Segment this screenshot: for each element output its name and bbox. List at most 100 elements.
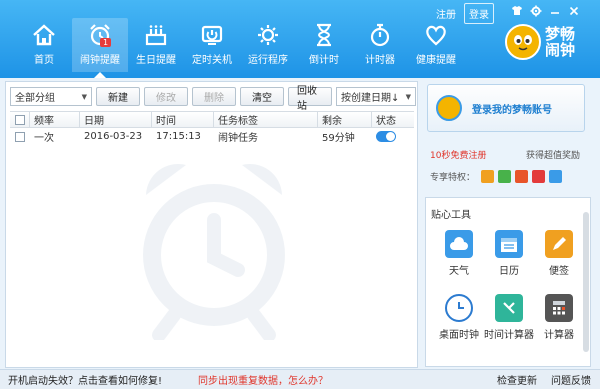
- alarm-list-panel: 全部分组 ▼ 新建 修改 删除 清空 回收站 按创建日期↓ ▼ 频率 日期 时间…: [5, 81, 418, 368]
- recycle-bin-button[interactable]: 回收站: [288, 86, 332, 112]
- minimize-icon[interactable]: [548, 4, 561, 17]
- nav-countdown[interactable]: 倒计时: [296, 18, 352, 72]
- gear-icon[interactable]: [529, 4, 542, 17]
- weather-icon: [445, 230, 473, 258]
- reward-text: 获得超值奖励: [525, 151, 580, 161]
- clear-button[interactable]: 清空: [240, 87, 284, 106]
- tool-weather[interactable]: 天气: [434, 230, 484, 277]
- status-toggle[interactable]: [376, 131, 396, 142]
- tool-label: 天气: [449, 266, 469, 277]
- window-controls: [510, 4, 580, 17]
- tool-calculator[interactable]: 计算器: [534, 294, 584, 341]
- privilege-gift-icon[interactable]: [481, 170, 495, 183]
- logo-text: 梦畅闹钟: [545, 25, 576, 59]
- home-icon: [31, 22, 57, 48]
- title-bar: 首页 1 闹钟提醒 生日提醒 定时关机 运行程序 倒计时 计时器 健康提醒 注册…: [0, 0, 600, 78]
- privilege-cloud-icon[interactable]: [549, 170, 563, 183]
- tool-time-calculator[interactable]: 时间计算器: [484, 294, 534, 341]
- nav-label: 倒计时: [309, 55, 339, 66]
- account-login-box[interactable]: 登录我的梦畅账号: [427, 84, 585, 132]
- nav-label: 定时关机: [192, 55, 232, 66]
- login-button[interactable]: 登录: [464, 3, 494, 24]
- calendar-icon: [495, 230, 523, 258]
- column-header[interactable]: 任务标签: [214, 112, 318, 127]
- select-all-cell: [10, 112, 30, 127]
- select-all-checkbox[interactable]: [14, 114, 25, 125]
- privileges-label: 专享特权：: [430, 173, 476, 183]
- toolbar: 全部分组 ▼ 新建 修改 删除 清空 回收站 按创建日期↓ ▼: [10, 86, 416, 112]
- nav-home[interactable]: 首页: [16, 18, 72, 72]
- duplicate-data-link[interactable]: 同步出现重复数据，怎么办？: [198, 372, 328, 387]
- hourglass-icon: [311, 22, 337, 48]
- cell-remaining: 59分钟: [322, 133, 355, 144]
- nav-shutdown[interactable]: 定时关机: [184, 18, 240, 72]
- power-off-icon: [199, 22, 225, 48]
- status-bar: 开机启动失效？点击查看如何修复! 同步出现重复数据，怎么办？ 检查更新 问题反馈: [0, 369, 600, 389]
- side-panel: 登录我的梦畅账号 10秒免费注册 获得超值奖励 专享特权： 贴心工具 天气 日历: [422, 81, 595, 368]
- sort-select[interactable]: 按创建日期↓ ▼: [336, 87, 416, 106]
- app-logo: 梦畅闹钟: [505, 24, 577, 60]
- nav-timer[interactable]: 计时器: [352, 18, 408, 72]
- table-header: 频率 日期 时间 任务标签 剩余 状态: [10, 111, 414, 128]
- birthday-cake-icon: [143, 22, 169, 48]
- column-header[interactable]: 剩余: [318, 112, 372, 127]
- nav-label: 健康提醒: [416, 55, 456, 66]
- stopwatch-icon: [367, 22, 393, 48]
- register-link[interactable]: 注册: [432, 4, 460, 23]
- nav-label: 运行程序: [248, 55, 288, 66]
- privilege-leaf-icon[interactable]: [498, 170, 512, 183]
- close-icon[interactable]: [567, 4, 580, 17]
- nav-health[interactable]: 健康提醒: [408, 18, 464, 72]
- delete-button[interactable]: 删除: [192, 87, 236, 106]
- feedback-link[interactable]: 问题反馈: [551, 372, 591, 387]
- cell-status: [372, 128, 414, 145]
- cell-task-label: 闹钟任务: [218, 133, 258, 144]
- run-program-icon: [255, 22, 281, 48]
- column-header[interactable]: 频率: [30, 112, 80, 127]
- table-row[interactable]: 一次 2016-03-23 17:15:13 闹钟任务 59分钟: [10, 128, 414, 145]
- check-update-link[interactable]: 检查更新: [497, 372, 537, 387]
- group-select[interactable]: 全部分组 ▼: [10, 87, 92, 106]
- column-header[interactable]: 状态: [372, 112, 414, 127]
- login-prompt[interactable]: 登录我的梦畅账号: [472, 101, 552, 116]
- row-select-cell: [10, 128, 30, 145]
- account-links: 注册 登录: [432, 3, 494, 24]
- note-icon: [545, 230, 573, 258]
- group-select-value: 全部分组: [15, 93, 55, 104]
- column-header[interactable]: 日期: [80, 112, 152, 127]
- tool-label: 日历: [499, 266, 519, 277]
- main-nav: 首页 1 闹钟提醒 生日提醒 定时关机 运行程序 倒计时 计时器 健康提醒: [16, 18, 464, 78]
- edit-button[interactable]: 修改: [144, 87, 188, 106]
- privilege-box-icon[interactable]: [515, 170, 529, 183]
- alarm-table: 频率 日期 时间 任务标签 剩余 状态 一次 2016-03-23 17:15:…: [10, 111, 414, 145]
- tools-scrollbar[interactable]: [583, 212, 589, 352]
- alarm-mascot-icon: [505, 24, 541, 60]
- tool-calendar[interactable]: 日历: [484, 230, 534, 277]
- nav-run-program[interactable]: 运行程序: [240, 18, 296, 72]
- nav-label: 计时器: [365, 55, 395, 66]
- cell-time: 17:15:13: [156, 131, 201, 142]
- privileges-row: 专享特权：: [430, 170, 563, 183]
- calculator-icon: [545, 294, 573, 322]
- tools-panel: 贴心工具 天气 日历 便签 桌面时钟 时间计算器 计算器: [425, 197, 591, 367]
- cell-date: 2016-03-23: [84, 131, 143, 142]
- startup-fix-link[interactable]: 开机启动失效？点击查看如何修复!: [8, 372, 162, 387]
- row-checkbox[interactable]: [15, 131, 25, 142]
- nav-label: 生日提醒: [136, 55, 176, 66]
- column-header[interactable]: 时间: [152, 112, 214, 127]
- new-button[interactable]: 新建: [96, 87, 140, 106]
- user-avatar-icon: [436, 95, 462, 121]
- nav-label: 闹钟提醒: [80, 55, 120, 66]
- nav-birthday[interactable]: 生日提醒: [128, 18, 184, 72]
- free-register-link[interactable]: 10秒免费注册: [430, 148, 486, 161]
- sort-select-value: 按创建日期↓: [341, 93, 400, 104]
- desktop-clock-icon: [445, 294, 473, 322]
- privilege-present-icon[interactable]: [532, 170, 546, 183]
- skin-icon[interactable]: [510, 4, 523, 17]
- tool-label: 计算器: [544, 330, 574, 341]
- nav-alarm[interactable]: 1 闹钟提醒: [72, 18, 128, 78]
- tool-desktop-clock[interactable]: 桌面时钟: [434, 294, 484, 341]
- tool-note[interactable]: 便签: [534, 230, 584, 277]
- time-calculator-icon: [495, 294, 523, 322]
- privilege-icons: [481, 170, 563, 183]
